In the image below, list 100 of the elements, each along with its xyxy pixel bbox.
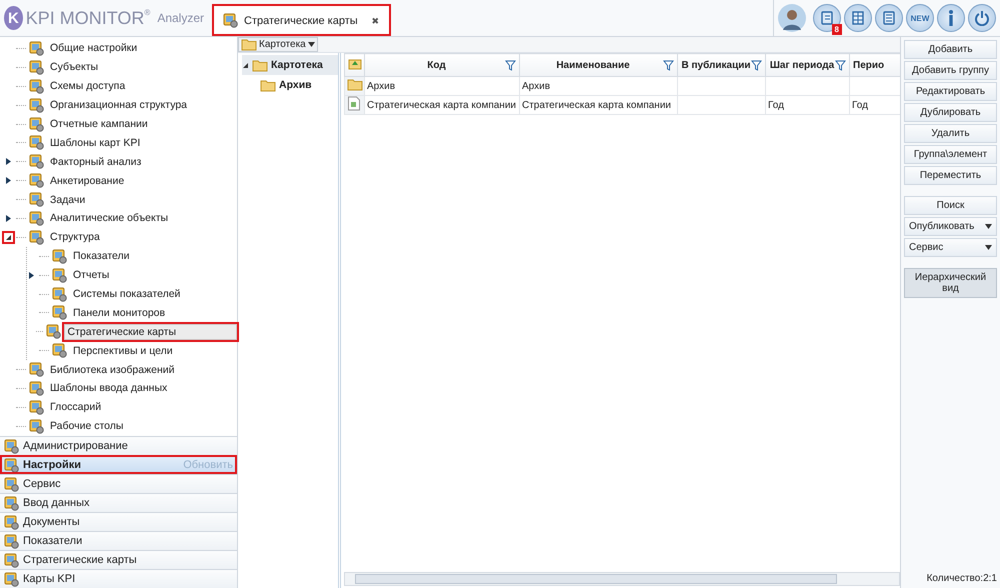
expander-icon[interactable]	[4, 176, 13, 186]
tile-icon	[29, 154, 44, 170]
action-button[interactable]: Добавить	[904, 40, 997, 59]
info-button[interactable]	[937, 4, 965, 32]
catalog-dropdown[interactable]: Картотека	[238, 37, 318, 52]
tile-icon	[46, 324, 61, 340]
notebook-icon	[820, 11, 834, 25]
action-button[interactable]: Добавить группу	[904, 61, 997, 80]
tree-item[interactable]: Рабочие столы	[47, 419, 126, 434]
toolbar-button[interactable]	[844, 4, 872, 32]
tree-item[interactable]: Библиотека изображений	[47, 362, 178, 377]
filter-icon[interactable]	[505, 60, 516, 70]
record-count: Количество:2:1	[926, 572, 997, 586]
tree-item[interactable]: Глоссарий	[47, 400, 104, 414]
logo-mark: K	[4, 6, 23, 30]
tile-icon	[29, 98, 44, 113]
action-button[interactable]: Редактировать	[904, 82, 997, 101]
tile-icon	[29, 40, 44, 56]
tile-icon	[29, 60, 44, 75]
action-button[interactable]: Дублировать	[904, 103, 997, 122]
tile-icon	[4, 514, 19, 530]
filter-icon[interactable]	[663, 60, 674, 70]
expander-icon[interactable]	[242, 62, 249, 68]
tile-icon	[29, 173, 44, 188]
action-button[interactable]: Сервис	[904, 238, 997, 257]
tile-icon	[29, 418, 44, 434]
toolbar-button[interactable]	[875, 4, 903, 32]
nav-section[interactable]: Настройки Обновить	[0, 455, 237, 474]
logo-text: KPI MONITOR$^{®}$	[26, 8, 150, 28]
tile-icon	[4, 552, 19, 568]
tile-icon	[29, 400, 44, 415]
tile-icon	[4, 438, 19, 454]
tree-item[interactable]: Панели мониторов	[70, 306, 168, 320]
scrollbar[interactable]	[344, 572, 900, 586]
column-header[interactable]: В публикации	[678, 54, 766, 76]
caret-icon	[308, 42, 315, 47]
tile-icon	[52, 286, 67, 302]
table-cell: Стратегическая карта компании	[520, 96, 678, 114]
power-button[interactable]	[968, 4, 996, 32]
filter-icon[interactable]	[751, 60, 762, 70]
grid-icon	[851, 11, 865, 25]
folder-up-icon[interactable]	[348, 58, 362, 70]
column-header[interactable]: Перио	[850, 54, 900, 76]
table-cell: Архив	[520, 76, 678, 96]
tree-item[interactable]: Субъекты	[47, 60, 102, 74]
close-icon[interactable]: ✖	[372, 16, 380, 26]
action-button[interactable]: Поиск	[904, 196, 997, 215]
action-button[interactable]: Опубликовать	[904, 217, 997, 236]
tree-item[interactable]: Схемы доступа	[47, 79, 128, 94]
nav-section[interactable]: Ввод данных	[0, 493, 237, 512]
folder-icon	[252, 58, 268, 72]
tree-item[interactable]: Структура	[47, 230, 103, 244]
tile-icon	[223, 13, 238, 28]
expander-icon[interactable]	[4, 214, 13, 223]
folder-tree-item[interactable]: Архив	[242, 75, 338, 95]
expander-icon[interactable]	[4, 157, 13, 166]
nav-section[interactable]: Администрирование	[0, 436, 237, 455]
expander-icon[interactable]	[27, 270, 36, 280]
logo-subtitle: Analyzer	[157, 11, 204, 25]
toolbar-button[interactable]: 8	[813, 4, 841, 32]
tree-item[interactable]: Организационная структура	[47, 98, 190, 112]
filter-icon[interactable]	[835, 60, 846, 70]
folder-icon	[260, 78, 276, 92]
tile-icon	[52, 268, 67, 283]
avatar-icon[interactable]	[778, 4, 806, 32]
tree-item[interactable]: Задачи	[47, 192, 88, 207]
tree-item[interactable]: Системы показателей	[70, 287, 184, 302]
action-button[interactable]: Удалить	[904, 124, 997, 143]
tree-item[interactable]: Аналитические объекты	[47, 211, 172, 226]
column-header[interactable]: Шаг периода	[766, 54, 850, 76]
nav-section[interactable]: Показатели	[0, 531, 237, 550]
tree-item[interactable]: Отчеты	[70, 268, 112, 282]
column-header[interactable]: Код	[364, 54, 520, 76]
tree-item[interactable]: Анкетирование	[47, 174, 128, 188]
tree-item[interactable]: Шаблоны ввода данных	[47, 381, 170, 396]
table-cell: Стратегическая карта компании	[364, 96, 520, 114]
folder-tree-item[interactable]: Картотека	[242, 55, 338, 75]
news-button[interactable]: NEW	[906, 4, 934, 32]
action-button[interactable]: Переместить	[904, 166, 997, 185]
column-header[interactable]: Наименование	[520, 54, 678, 76]
tree-item[interactable]: Перспективы и цели	[70, 344, 176, 358]
tab[interactable]: Стратегические карты ✖	[212, 4, 391, 36]
nav-section[interactable]: Сервис	[0, 474, 237, 493]
expander-icon[interactable]	[4, 232, 13, 242]
nav-section[interactable]: Стратегические карты	[0, 550, 237, 569]
tree-item[interactable]: Стратегические карты	[64, 324, 237, 340]
action-button[interactable]: Группа\элемент	[904, 145, 997, 164]
nav-section[interactable]: Документы	[0, 512, 237, 531]
document-icon	[347, 96, 361, 111]
tile-icon	[29, 380, 44, 396]
info-icon	[948, 10, 954, 26]
nav-section[interactable]: Карты KPI	[0, 569, 237, 588]
tree-item[interactable]: Показатели	[70, 249, 133, 264]
tree-item[interactable]: Шаблоны карт KPI	[47, 136, 144, 150]
tree-item[interactable]: Общие настройки	[47, 41, 140, 56]
tree-item[interactable]: Факторный анализ	[47, 154, 144, 169]
view-toggle-button[interactable]: Иерархический вид	[904, 268, 997, 298]
tile-icon	[4, 458, 19, 472]
tile-icon	[29, 192, 44, 208]
tree-item[interactable]: Отчетные кампании	[47, 117, 151, 131]
